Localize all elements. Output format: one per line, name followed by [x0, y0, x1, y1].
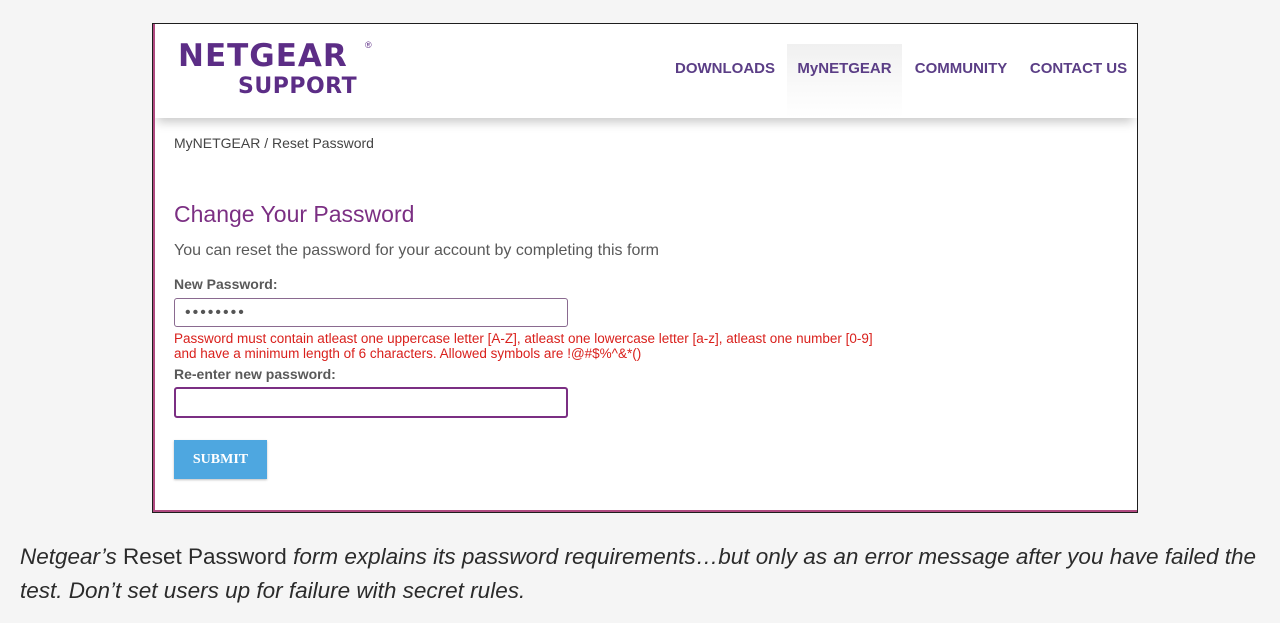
breadcrumb: MyNETGEAR / Reset Password: [174, 135, 374, 151]
registered-mark: ®: [365, 40, 372, 50]
netgear-support-logo[interactable]: NETGEAR ® SUPPORT: [178, 38, 378, 102]
caption-part-1: Netgear’s: [20, 544, 117, 569]
error-line-1: Password must contain atleast one upperc…: [174, 331, 873, 346]
nav-mynetgear[interactable]: MyNETGEAR: [787, 44, 902, 118]
site-header: NETGEAR ® SUPPORT DOWNLOADS MyNETGEAR CO…: [153, 24, 1137, 118]
reenter-password-label: Re-enter new password:: [174, 366, 336, 382]
nav-community[interactable]: COMMUNITY: [902, 44, 1020, 118]
logo-wordmark: NETGEAR: [178, 38, 348, 74]
new-password-label: New Password:: [174, 276, 278, 292]
caption-part-2: Reset Password: [123, 544, 287, 569]
nav-contact-us[interactable]: CONTACT US: [1020, 44, 1137, 118]
new-password-input[interactable]: [174, 298, 568, 327]
password-error-message: Password must contain atleast one upperc…: [174, 331, 974, 361]
error-line-2: and have a minimum length of 6 character…: [174, 346, 642, 361]
figure-caption: Netgear’s Reset Password form explains i…: [20, 540, 1265, 608]
reenter-password-input[interactable]: [174, 387, 568, 418]
submit-button[interactable]: SUBMIT: [174, 440, 267, 479]
screenshot-frame: NETGEAR ® SUPPORT DOWNLOADS MyNETGEAR CO…: [152, 23, 1138, 513]
page-title: Change Your Password: [174, 201, 415, 227]
logo-subtitle: SUPPORT: [238, 74, 358, 99]
nav-downloads[interactable]: DOWNLOADS: [663, 44, 787, 118]
form-intro: You can reset the password for your acco…: [174, 242, 659, 259]
